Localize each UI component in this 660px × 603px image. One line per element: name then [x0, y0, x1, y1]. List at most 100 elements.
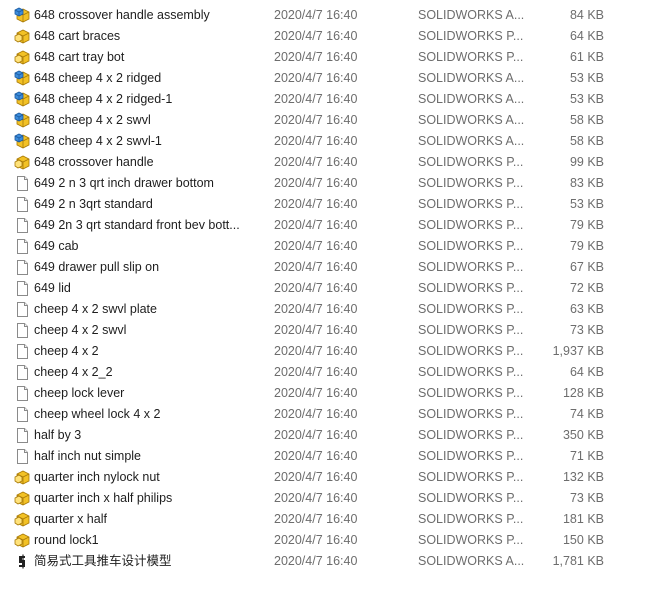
file-type: SOLIDWORKS P... [418, 428, 524, 442]
file-size: 53 KB [569, 92, 604, 106]
file-type: SOLIDWORKS P... [418, 470, 524, 484]
blank-file-icon [14, 238, 31, 255]
file-row[interactable]: 简易式工具推车设计模型 2020/4/7 16:40 SOLIDWORKS A...… [0, 551, 660, 572]
file-name: cheep 4 x 2 swvl plate [34, 302, 157, 316]
file-type: SOLIDWORKS P... [418, 323, 524, 337]
file-row[interactable]: cheep 4 x 2 2020/4/7 16:40 SOLIDWORKS P...… [0, 341, 660, 362]
file-size: 350 KB [562, 428, 604, 442]
file-size: 73 KB [569, 491, 604, 505]
file-row[interactable]: quarter inch nylock nut 2020/4/7 16:40 SOL… [0, 467, 660, 488]
file-row[interactable]: 648 crossover handle assembly 2020/4/7 16… [0, 5, 660, 26]
file-size: 53 KB [569, 197, 604, 211]
file-row[interactable]: 649 2n 3 qrt standard front bev bott... 2… [0, 215, 660, 236]
solidworks-part-icon [14, 469, 31, 486]
file-row[interactable]: 648 cheep 4 x 2 swvl-1 2020/4/7 16:40 SOLI… [0, 131, 660, 152]
file-type: SOLIDWORKS A... [418, 554, 524, 568]
file-type: SOLIDWORKS P... [418, 239, 524, 253]
solidworks-part-icon [14, 154, 31, 171]
file-row[interactable]: quarter inch x half philips 2020/4/7 16:4… [0, 488, 660, 509]
file-date-modified: 2020/4/7 16:40 [274, 365, 358, 379]
blank-file-icon [14, 301, 31, 318]
file-date-modified: 2020/4/7 16:40 [274, 155, 358, 169]
solidworks-assembly-icon [14, 7, 31, 24]
file-date-modified: 2020/4/7 16:40 [274, 428, 358, 442]
file-row[interactable]: 649 drawer pull slip on 2020/4/7 16:40 SOL… [0, 257, 660, 278]
file-row[interactable]: 648 cart braces 2020/4/7 16:40 SOLIDWORKS … [0, 26, 660, 47]
file-type: SOLIDWORKS P... [418, 344, 524, 358]
file-row[interactable]: half by 3 2020/4/7 16:40 SOLIDWORKS P... 35… [0, 425, 660, 446]
file-date-modified: 2020/4/7 16:40 [274, 260, 358, 274]
file-size: 64 KB [569, 365, 604, 379]
file-size: 1,937 KB [552, 344, 604, 358]
blank-file-icon [14, 343, 31, 360]
blank-file-icon [14, 364, 31, 381]
file-size: 58 KB [569, 134, 604, 148]
file-row[interactable]: cheep 4 x 2 swvl 2020/4/7 16:40 SOLIDWORKS… [0, 320, 660, 341]
file-size: 58 KB [569, 113, 604, 127]
blank-file-icon [14, 427, 31, 444]
file-name: 649 drawer pull slip on [34, 260, 160, 274]
blank-file-icon [14, 217, 31, 234]
file-name: half by 3 [34, 428, 82, 442]
file-name: 649 cab [34, 239, 79, 253]
file-date-modified: 2020/4/7 16:40 [274, 323, 358, 337]
solidworks-part-icon [14, 490, 31, 507]
file-name: cheep wheel lock 4 x 2 [34, 407, 161, 421]
solidworks-part-icon [14, 28, 31, 45]
file-type: SOLIDWORKS P... [418, 29, 524, 43]
file-date-modified: 2020/4/7 16:40 [274, 533, 358, 547]
file-name: 649 lid [34, 281, 71, 295]
file-name: cheep 4 x 2 [34, 344, 99, 358]
file-date-modified: 2020/4/7 16:40 [274, 71, 358, 85]
file-size: 74 KB [569, 407, 604, 421]
file-size: 67 KB [569, 260, 604, 274]
file-row[interactable]: half inch nut simple 2020/4/7 16:40 SOLIDW… [0, 446, 660, 467]
file-name: quarter inch nylock nut [34, 470, 160, 484]
file-row[interactable]: 648 crossover handle 2020/4/7 16:40 SOLIDW… [0, 152, 660, 173]
file-size: 150 KB [562, 533, 604, 547]
solidworks-assembly-icon [14, 133, 31, 150]
file-date-modified: 2020/4/7 16:40 [274, 470, 358, 484]
file-row[interactable]: cheep 4 x 2_2 2020/4/7 16:40 SOLIDWORKS P.… [0, 362, 660, 383]
file-date-modified: 2020/4/7 16:40 [274, 50, 358, 64]
file-size: 72 KB [569, 281, 604, 295]
file-size: 53 KB [569, 71, 604, 85]
file-row[interactable]: cheep lock lever 2020/4/7 16:40 SOLIDWORKS… [0, 383, 660, 404]
file-date-modified: 2020/4/7 16:40 [274, 344, 358, 358]
file-date-modified: 2020/4/7 16:40 [274, 386, 358, 400]
file-row[interactable]: cheep 4 x 2 swvl plate 2020/4/7 16:40 SOLI… [0, 299, 660, 320]
file-type: SOLIDWORKS P... [418, 365, 524, 379]
file-row[interactable]: 648 cheep 4 x 2 swvl 2020/4/7 16:40 SOLIDW… [0, 110, 660, 131]
solidworks-assembly-icon [14, 70, 31, 87]
file-row[interactable]: 649 2 n 3 qrt inch drawer bottom 2020/4/7… [0, 173, 660, 194]
file-row[interactable]: 648 cheep 4 x 2 ridged-1 2020/4/7 16:40 SO… [0, 89, 660, 110]
file-row[interactable]: quarter x half 2020/4/7 16:40 SOLIDWORKS P… [0, 509, 660, 530]
file-name: half inch nut simple [34, 449, 142, 463]
file-row[interactable]: 649 2 n 3qrt standard 2020/4/7 16:40 SOLID… [0, 194, 660, 215]
file-name: quarter x half [34, 512, 107, 526]
file-size: 79 KB [569, 239, 604, 253]
solidworks-assembly-icon [14, 91, 31, 108]
file-row[interactable]: 649 cab 2020/4/7 16:40 SOLIDWORKS P... 79 K… [0, 236, 660, 257]
solidworks-part-icon [14, 511, 31, 528]
file-row[interactable]: 649 lid 2020/4/7 16:40 SOLIDWORKS P... 72 K… [0, 278, 660, 299]
file-size: 84 KB [569, 8, 604, 22]
blank-file-icon [14, 196, 31, 213]
file-size: 83 KB [569, 176, 604, 190]
file-date-modified: 2020/4/7 16:40 [274, 239, 358, 253]
blank-file-icon [14, 448, 31, 465]
file-row[interactable]: round lock1 2020/4/7 16:40 SOLIDWORKS P...… [0, 530, 660, 551]
file-date-modified: 2020/4/7 16:40 [274, 176, 358, 190]
file-size: 132 KB [562, 470, 604, 484]
file-size: 64 KB [569, 29, 604, 43]
file-row[interactable]: 648 cheep 4 x 2 ridged 2020/4/7 16:40 SOLI… [0, 68, 660, 89]
file-date-modified: 2020/4/7 16:40 [274, 554, 358, 568]
file-row[interactable]: cheep wheel lock 4 x 2 2020/4/7 16:40 SOLI… [0, 404, 660, 425]
file-date-modified: 2020/4/7 16:40 [274, 281, 358, 295]
file-type: SOLIDWORKS P... [418, 155, 524, 169]
file-date-modified: 2020/4/7 16:40 [274, 407, 358, 421]
file-size: 79 KB [569, 218, 604, 232]
file-type: SOLIDWORKS P... [418, 386, 524, 400]
file-type: SOLIDWORKS P... [418, 218, 524, 232]
file-row[interactable]: 648 cart tray bot 2020/4/7 16:40 SOLIDWORK… [0, 47, 660, 68]
